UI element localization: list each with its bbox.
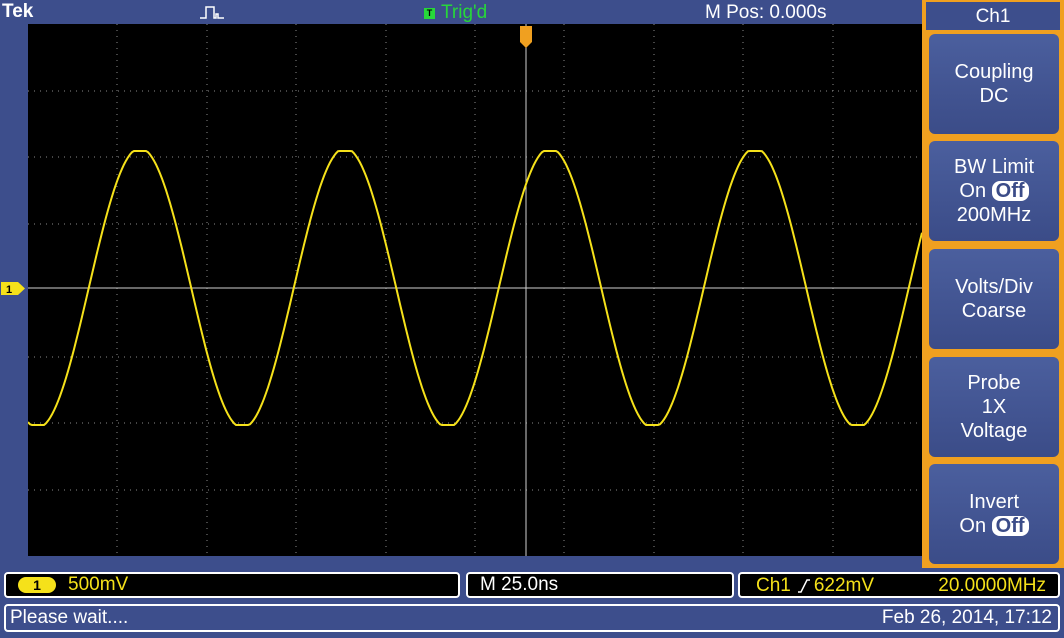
trigger-level: 622mV xyxy=(813,575,875,596)
bw-limit-off-selected: Off xyxy=(991,181,1029,201)
bw-limit-on: On xyxy=(959,180,987,202)
date-time: Feb 26, 2014, 17:12 xyxy=(881,607,1052,628)
channel-badge: 1 xyxy=(18,577,56,593)
channel-1-ground-marker[interactable]: 1 xyxy=(0,281,26,296)
position-readout: M Pos: 0.000s xyxy=(705,2,827,23)
probe-button[interactable]: Probe 1X Voltage xyxy=(929,357,1059,457)
volts-div-label: Volts/Div xyxy=(955,276,1033,298)
side-menu: Ch1 Coupling DC BW Limit On Off 200MHz V… xyxy=(922,0,1064,568)
trigger-source: Ch1 xyxy=(756,575,791,596)
invert-toggle: On Off xyxy=(959,514,1029,538)
probe-label: Probe xyxy=(967,372,1021,394)
channel-marker-label: 1 xyxy=(6,284,12,296)
coupling-value: DC xyxy=(979,85,1009,107)
trigger-info: Ch1 622mV xyxy=(756,574,874,598)
probe-attenuation: 1X xyxy=(981,396,1007,418)
volts-div-value: Coarse xyxy=(961,300,1027,322)
status-message: Please wait.... xyxy=(10,607,129,628)
coupling-label: Coupling xyxy=(954,61,1034,83)
bw-limit-label: BW Limit xyxy=(954,156,1034,178)
brand-logo: Tek xyxy=(2,1,34,22)
volts-div-button[interactable]: Volts/Div Coarse xyxy=(929,249,1059,349)
status-bar: 1 500mV M 25.0ns Ch1 622mV 20.0000MHz xyxy=(0,570,1064,600)
menu-title: Ch1 xyxy=(926,2,1060,30)
trigger-readout[interactable]: Ch1 622mV 20.0000MHz xyxy=(738,572,1060,598)
bw-limit-toggle: On Off xyxy=(959,179,1029,203)
frequency-readout: 20.0000MHz xyxy=(938,575,1046,596)
trigger-position-marker xyxy=(520,26,532,48)
bw-limit-value: 200MHz xyxy=(956,204,1032,226)
volts-per-div: 500mV xyxy=(68,574,129,595)
waveform-display[interactable] xyxy=(28,24,922,556)
top-bar: Tek T Trig'd M Pos: 0.000s xyxy=(0,0,922,24)
message-bar: Please wait.... Feb 26, 2014, 17:12 xyxy=(4,604,1060,632)
timebase-readout[interactable]: M 25.0ns xyxy=(466,572,734,598)
rising-edge-icon xyxy=(797,579,810,593)
pulse-icon xyxy=(200,6,224,19)
invert-label: Invert xyxy=(968,491,1020,513)
time-per-div: M 25.0ns xyxy=(480,574,559,595)
trigger-icon: T xyxy=(424,7,435,19)
invert-on: On xyxy=(959,515,987,537)
bw-limit-button[interactable]: BW Limit On Off 200MHz xyxy=(929,141,1059,241)
probe-type: Voltage xyxy=(960,420,1028,442)
trigger-state-label: Trig'd xyxy=(441,2,488,23)
coupling-button[interactable]: Coupling DC xyxy=(929,34,1059,134)
invert-button[interactable]: Invert On Off xyxy=(929,464,1059,564)
invert-off-selected: Off xyxy=(991,516,1029,536)
graticule xyxy=(28,24,922,556)
trigger-status: T Trig'd xyxy=(424,2,487,24)
channel-readout[interactable]: 1 500mV xyxy=(4,572,460,598)
